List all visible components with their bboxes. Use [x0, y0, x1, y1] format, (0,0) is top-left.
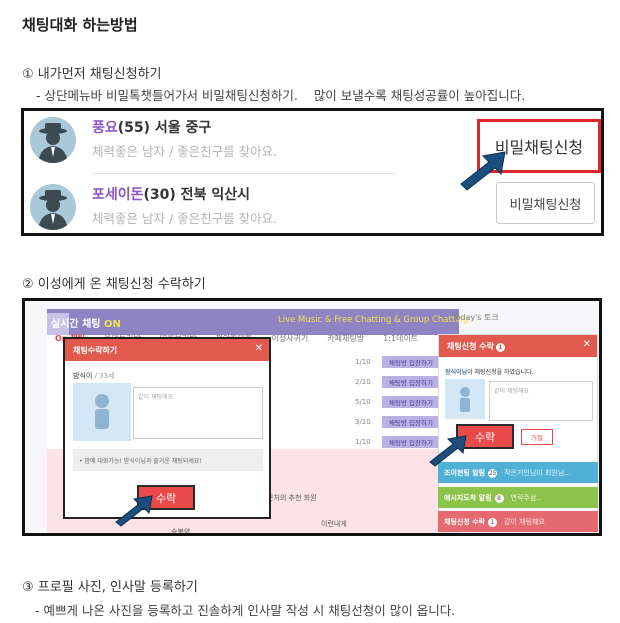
member-name: 이런내게	[321, 520, 347, 528]
profile-intro: 체력좋은 남자 / 좋은친구를 찾아요.	[92, 144, 278, 159]
person-icon	[460, 387, 470, 412]
notification-item[interactable]: 애시지도착 알림 8 연락주삼..	[438, 487, 598, 508]
reject-button[interactable]: 거절	[521, 429, 553, 445]
profile-name: 포세이돈(30) 전북 익산시	[92, 187, 250, 203]
user-silhouette-icon	[30, 117, 76, 163]
profile-intro: 체력좋은 남자 / 좋은친구를 찾아요.	[92, 211, 278, 226]
close-icon[interactable]: ✕	[583, 339, 591, 350]
request-text: 왕식이님이 채팅신청을 하였습니다.	[445, 369, 534, 376]
step1-screenshot: 풍요(55) 서울 중구 체력좋은 남자 / 좋은친구를 찾아요. 포세이돈(3…	[21, 108, 604, 236]
close-icon[interactable]: ✕	[255, 343, 263, 354]
recommend-heading: 근처의 추천 회원	[267, 494, 317, 502]
person-icon	[95, 394, 109, 429]
room-count: 1/10	[355, 438, 371, 446]
enter-room-button[interactable]: 채팅방 입장하기	[382, 376, 440, 388]
step3-heading: ③ 프로필 사진, 인사말 등록하기	[22, 580, 198, 595]
secret-chat-request-button[interactable]: 비밀채팅신청	[496, 182, 595, 224]
step1-heading: ① 내가먼저 채팅신청하기	[22, 67, 162, 82]
enter-room-button[interactable]: 채팅방 입장하기	[382, 396, 440, 408]
pointer-arrow-icon	[460, 151, 506, 191]
todays-talk-label: Today's 토크	[452, 313, 499, 322]
room-count: 1/10	[355, 358, 371, 366]
profile-name: 풍요(55) 서울 중구	[92, 120, 212, 136]
member-name: 승봉양	[171, 528, 191, 536]
page-title: 채팅대화 하는방법	[22, 16, 138, 34]
avatar	[30, 184, 76, 230]
tab-one-on-one[interactable]: 1:1데이트	[383, 334, 418, 343]
notice-text: • 밤에 대화가능! 밤식이님과 즐거운 채팅되세요!	[73, 449, 263, 471]
accept-chat-modal: 채팅수락하기 ✕ 밤식이 / 33세 같이 채팅해요 • 밤에 대화가능! 밤식…	[63, 337, 271, 519]
modal-title: 채팅수락하기	[73, 346, 118, 355]
requester-name: 밤식이 / 33세	[73, 372, 115, 380]
step3-description: - 예쁘게 나온 사진을 등록하고 진솔하게 인사말 작성 시 채팅선청이 많이…	[35, 603, 456, 618]
notification-item[interactable]: 채팅신청 수락 1 같이 채팅해요	[438, 511, 598, 532]
divider	[92, 173, 396, 174]
request-message: 같이 채팅해요	[133, 387, 263, 439]
profile-photo-placeholder	[73, 383, 131, 441]
room-count: 5/10	[355, 398, 371, 406]
room-count: 2/10	[355, 378, 371, 386]
room-count: 3/10	[355, 418, 371, 426]
user-silhouette-icon	[30, 184, 76, 230]
tab-dating[interactable]: 이성사귀기	[271, 334, 308, 343]
pointer-arrow-icon	[429, 435, 467, 467]
panel-title: 채팅신청 수락 1	[447, 341, 505, 352]
step2-heading: ② 이성에게 온 채팅신청 수락하기	[22, 277, 206, 292]
profile-photo-placeholder	[445, 379, 485, 419]
step1-description: - 상단메뉴바 비밀톡챗들어가서 비밀채팅신청하기. 많이 보낼수록 채팅성공률…	[36, 88, 526, 103]
banner-label: 실시간 채팅 ON	[51, 319, 121, 330]
avatar	[30, 117, 76, 163]
pointer-arrow-icon	[115, 495, 153, 527]
enter-room-button[interactable]: 채팅방 입장하기	[382, 356, 440, 368]
tab-cafe[interactable]: 카페채팅방	[327, 334, 364, 343]
request-message: 같이 채팅해요	[489, 381, 593, 421]
enter-room-button[interactable]: 채팅방 입장하기	[382, 416, 440, 428]
banner-subtitle: Live Music & Free Chatting & Group Chatt…	[278, 315, 469, 325]
